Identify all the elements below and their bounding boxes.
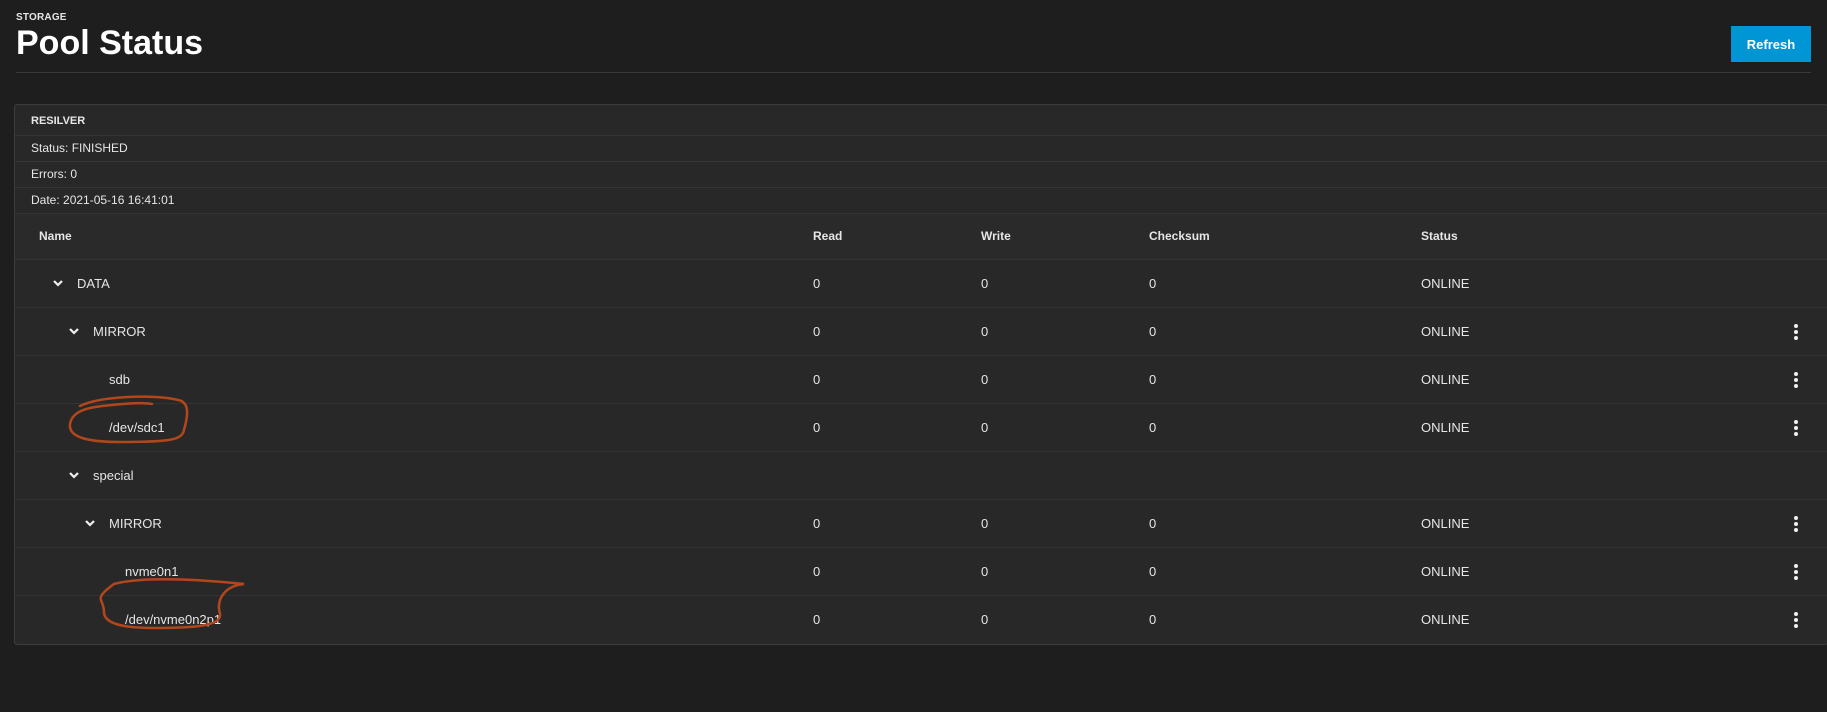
row-checksum: 0 <box>1149 276 1157 291</box>
row-write: 0 <box>981 372 989 387</box>
more-vertical-icon[interactable] <box>1793 418 1799 438</box>
column-header-name[interactable]: Name <box>39 214 72 259</box>
table-header: Name Read Write Checksum Status <box>15 214 1827 260</box>
row-checksum: 0 <box>1149 372 1157 387</box>
column-header-write[interactable]: Write <box>981 214 1011 259</box>
row-status: ONLINE <box>1421 276 1470 291</box>
row-write: 0 <box>981 516 989 531</box>
row-name-cell: MIRROR <box>83 500 162 547</box>
row-read: 0 <box>813 420 821 435</box>
row-status: ONLINE <box>1421 612 1470 627</box>
row-read: 0 <box>813 564 821 579</box>
row-name: nvme0n1 <box>125 564 179 579</box>
row-name-cell: DATA <box>51 260 110 307</box>
row-name: sdb <box>109 372 130 387</box>
resilver-status: Status: FINISHED <box>15 136 1827 162</box>
resilver-title: RESILVER <box>15 105 1827 136</box>
table-row: /dev/sdc1 0 0 0 ONLINE <box>15 404 1827 452</box>
chevron-down-icon[interactable] <box>51 276 65 290</box>
more-vertical-icon[interactable] <box>1793 514 1799 534</box>
row-status: ONLINE <box>1421 420 1470 435</box>
row-read: 0 <box>813 516 821 531</box>
column-header-status[interactable]: Status <box>1421 214 1458 259</box>
column-header-checksum[interactable]: Checksum <box>1149 214 1210 259</box>
row-read: 0 <box>813 612 821 627</box>
table-row: nvme0n1 0 0 0 ONLINE <box>15 548 1827 596</box>
pool-status-card: RESILVER Status: FINISHED Errors: 0 Date… <box>14 104 1827 645</box>
row-name: /dev/sdc1 <box>109 420 165 435</box>
breadcrumb: STORAGE <box>16 12 67 23</box>
row-read: 0 <box>813 372 821 387</box>
row-status: ONLINE <box>1421 324 1470 339</box>
table-row: DATA 0 0 0 ONLINE <box>15 260 1827 308</box>
row-write: 0 <box>981 612 989 627</box>
more-vertical-icon[interactable] <box>1793 562 1799 582</box>
page-title: Pool Status <box>16 24 204 62</box>
table-row: /dev/nvme0n2p1 0 0 0 ONLINE <box>15 596 1827 643</box>
row-name: /dev/nvme0n2p1 <box>125 612 222 627</box>
row-write: 0 <box>981 324 989 339</box>
column-header-read[interactable]: Read <box>813 214 842 259</box>
row-status: ONLINE <box>1421 564 1470 579</box>
table-row: MIRROR 0 0 0 ONLINE <box>15 308 1827 356</box>
row-checksum: 0 <box>1149 420 1157 435</box>
row-name: DATA <box>77 276 110 291</box>
resilver-date: Date: 2021-05-16 16:41:01 <box>15 188 1827 214</box>
more-vertical-icon[interactable] <box>1793 370 1799 390</box>
row-status: ONLINE <box>1421 516 1470 531</box>
row-name: MIRROR <box>93 324 146 339</box>
resilver-errors: Errors: 0 <box>15 162 1827 188</box>
row-name-cell: MIRROR <box>67 308 146 355</box>
row-status: ONLINE <box>1421 372 1470 387</box>
row-checksum: 0 <box>1149 564 1157 579</box>
row-checksum: 0 <box>1149 516 1157 531</box>
row-read: 0 <box>813 276 821 291</box>
row-write: 0 <box>981 420 989 435</box>
row-read: 0 <box>813 324 821 339</box>
row-write: 0 <box>981 276 989 291</box>
row-name: special <box>93 468 134 483</box>
chevron-down-icon[interactable] <box>83 516 97 530</box>
table-row: special <box>15 452 1827 500</box>
row-checksum: 0 <box>1149 612 1157 627</box>
page-header: STORAGE Pool Status Refresh <box>16 10 1811 73</box>
chevron-down-icon[interactable] <box>67 468 81 482</box>
more-vertical-icon[interactable] <box>1793 610 1799 630</box>
table-row: MIRROR 0 0 0 ONLINE <box>15 500 1827 548</box>
chevron-down-icon[interactable] <box>67 324 81 338</box>
more-vertical-icon[interactable] <box>1793 322 1799 342</box>
table-row: sdb 0 0 0 ONLINE <box>15 356 1827 404</box>
row-name-cell: special <box>67 452 133 499</box>
row-name: MIRROR <box>109 516 162 531</box>
refresh-button[interactable]: Refresh <box>1731 26 1811 62</box>
row-checksum: 0 <box>1149 324 1157 339</box>
row-write: 0 <box>981 564 989 579</box>
